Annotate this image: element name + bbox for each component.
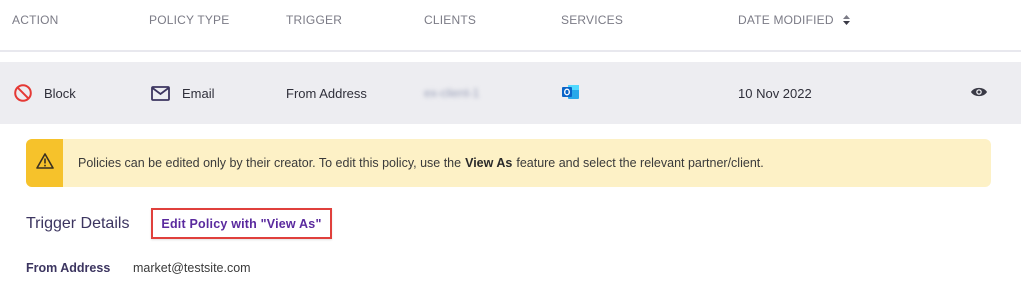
from-address-label: From Address [26, 261, 111, 275]
warning-banner: Policies can be edited only by their cre… [26, 139, 991, 187]
services-cell [562, 62, 579, 124]
clients-cell: ex-client-1 [424, 62, 479, 124]
table-row[interactable]: Block Email From Address ex-client-1 10 … [0, 62, 1021, 124]
column-clients: CLIENTS [424, 13, 477, 27]
sort-icon[interactable] [843, 14, 851, 28]
date-modified-cell: 10 Nov 2022 [738, 85, 812, 101]
policy-type-label: Email [182, 85, 215, 101]
action-cell: Block [14, 62, 76, 124]
warning-highlight: View As [465, 156, 513, 170]
warning-text-before: Policies can be edited only by their cre… [78, 156, 462, 170]
outlook-icon [562, 84, 579, 103]
block-icon [14, 84, 32, 102]
column-date-modified-label: DATE MODIFIED [738, 13, 834, 27]
warning-message: Policies can be edited only by their cre… [78, 139, 764, 187]
email-icon [151, 85, 170, 101]
warning-text-after: feature and select the relevant partner/… [516, 156, 764, 170]
column-date-modified[interactable]: DATE MODIFIED [738, 13, 851, 28]
warning-icon-container [26, 139, 63, 187]
edit-policy-view-as-button[interactable]: Edit Policy with "View As" [151, 208, 332, 239]
from-address-value: market@testsite.com [133, 261, 251, 275]
trigger-cell: From Address [286, 85, 367, 101]
action-label: Block [44, 85, 76, 101]
policy-type-cell: Email [151, 62, 215, 124]
client-name: ex-client-1 [424, 86, 480, 100]
trigger-details-title: Trigger Details [26, 215, 130, 232]
column-trigger: TRIGGER [286, 13, 343, 27]
column-services: SERVICES [561, 13, 624, 27]
column-policy-type: POLICY TYPE [149, 13, 230, 27]
column-action: ACTION [12, 13, 59, 27]
view-button[interactable] [970, 62, 988, 124]
warning-icon [35, 152, 54, 174]
table-header: ACTION POLICY TYPE TRIGGER CLIENTS SERVI… [0, 0, 1021, 52]
eye-icon [970, 86, 988, 101]
